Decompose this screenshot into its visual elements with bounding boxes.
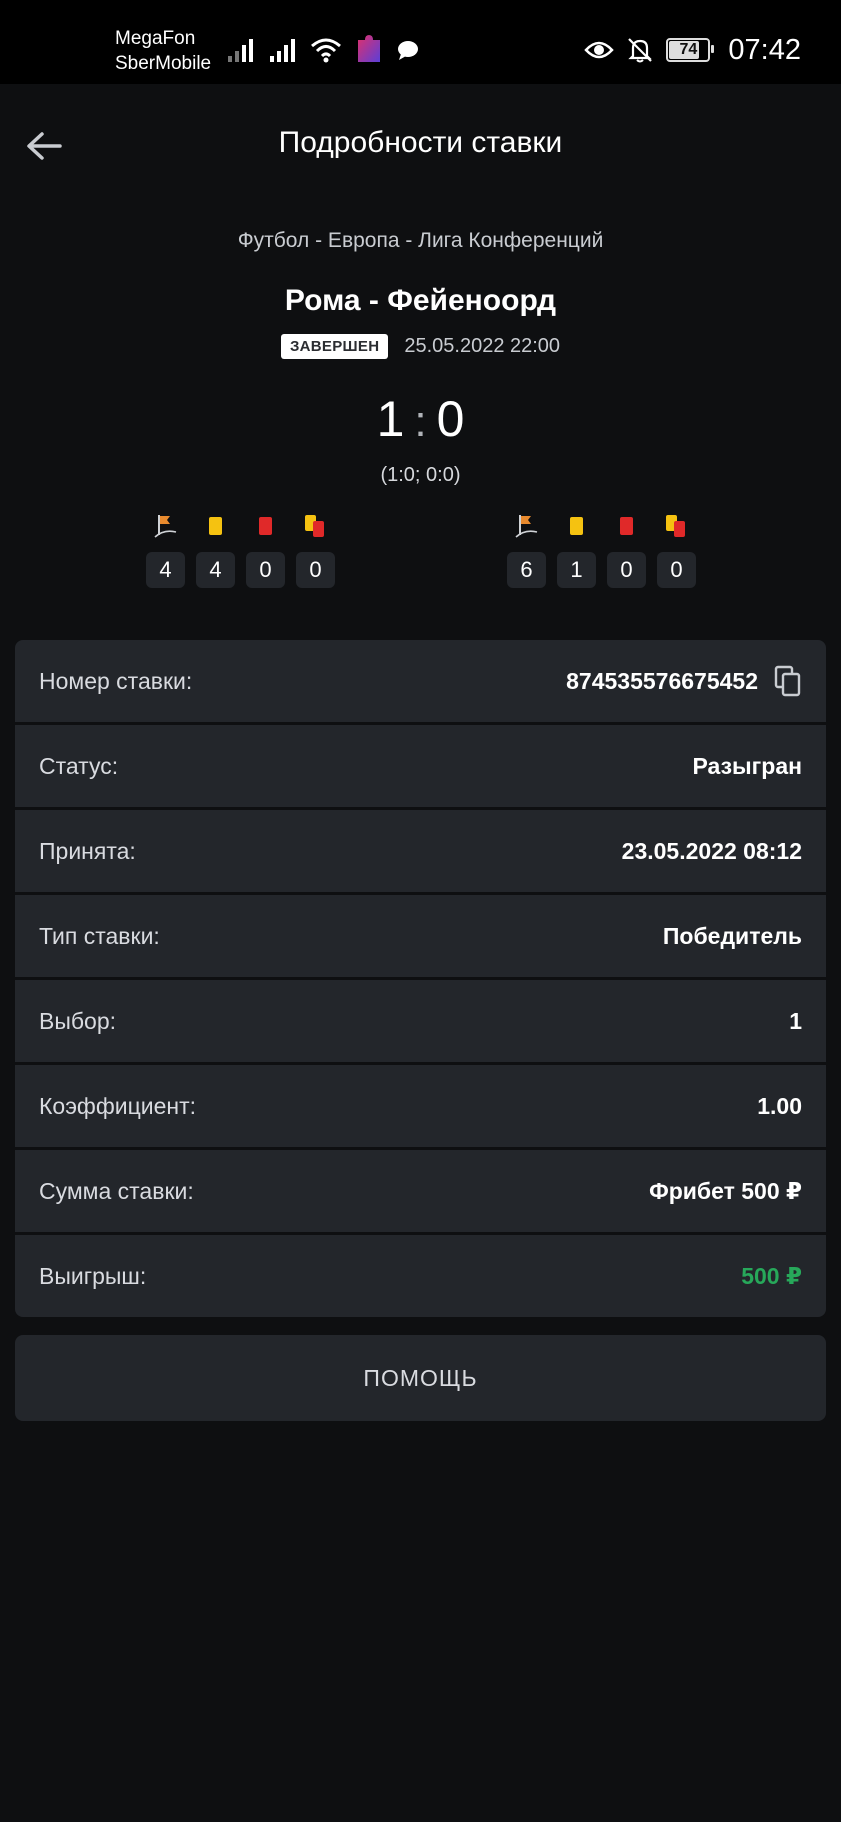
half-scores: (1:0; 0:0) [380,464,461,486]
stake-value: Фрибет 500 ₽ [649,1177,802,1204]
choice-row: Выбор: 1 [15,980,826,1062]
bell-off-icon [628,38,653,63]
away-yellow-stat: 1 [557,512,596,588]
event-datetime: 25.05.2022 22:00 [404,335,561,357]
carrier-1: MegaFon [115,28,196,49]
clock: 07:42 [728,33,801,66]
red-card-icon [620,517,633,535]
win-value: 500 ₽ [741,1262,802,1289]
status-icons-right: 74 07:42 [584,30,801,70]
help-button[interactable]: ПОМОЩЬ [15,1335,826,1421]
signal-icon [228,39,253,62]
home-yellow-stat: 4 [196,512,235,588]
win-label: Выигрыш: [39,1262,147,1289]
away-corners-value: 6 [507,552,546,588]
accepted-value: 23.05.2022 08:12 [621,837,802,864]
corner-flag-icon [514,515,537,538]
away-red-value: 0 [607,552,646,588]
home-second-yellow-value: 0 [296,552,335,588]
bet-type-value: Победитель [662,922,802,949]
home-red-stat: 0 [246,512,285,588]
status-bar: MegaFon SberMobile 74 07:42 [0,0,841,84]
carrier-names: MegaFon SberMobile [115,26,211,76]
score-away: 0 [436,391,465,447]
second-yellow-card-icon [665,515,688,537]
home-red-value: 0 [246,552,285,588]
accepted-row: Принята: 23.05.2022 08:12 [15,810,826,892]
page-title: Подробности ставки [278,126,563,159]
status-badge: ЗАВЕРШЕН [280,334,389,359]
match-title: Рома - Фейеноорд [284,284,557,317]
bet-details-list: Номер ставки: 874535576675452 Статус: Ра… [15,640,826,1317]
bet-number-label: Номер ставки: [39,667,193,694]
choice-value: 1 [789,1007,802,1034]
odds-row: Коэффициент: 1.00 [15,1065,826,1147]
away-red-stat: 0 [607,512,646,588]
away-yellow-value: 1 [557,552,596,588]
red-card-icon [259,517,272,535]
status-row: Статус: Разыгран [15,725,826,807]
bet-number-value-group: 874535576675452 [566,665,802,697]
corner-flag-icon [153,515,176,538]
score-separator: : [414,397,427,446]
app-icon [358,35,380,62]
home-second-yellow-stat: 0 [296,512,335,588]
wifi-icon [311,38,341,63]
copy-icon[interactable] [774,665,802,697]
status-icons-left [226,32,420,68]
status-label: Статус: [39,752,119,779]
stake-label: Сумма ставки: [39,1177,194,1204]
choice-label: Выбор: [39,1007,117,1034]
home-corners-stat: 4 [146,512,185,588]
bet-type-label: Тип ставки: [39,922,160,949]
second-yellow-card-icon [304,515,327,537]
message-icon [398,41,418,60]
bet-number-row: Номер ставки: 874535576675452 [15,640,826,722]
eye-icon [584,41,615,59]
battery-icon: 74 [666,38,715,62]
accepted-label: Принята: [39,837,136,864]
home-yellow-value: 4 [196,552,235,588]
status-value: Разыгран [692,752,803,779]
bet-number-value: 874535576675452 [566,667,758,694]
battery-level: 74 [679,41,698,58]
stake-row: Сумма ставки: Фрибет 500 ₽ [15,1150,826,1232]
away-corners-stat: 6 [507,512,546,588]
away-second-yellow-stat: 0 [657,512,696,588]
away-stats: 6 1 0 0 [507,512,696,588]
home-stats: 4 4 0 0 [146,512,335,588]
match-score: 1:0 [0,390,841,448]
signal-icon [270,39,295,62]
home-corners-value: 4 [146,552,185,588]
score-home: 1 [376,391,405,447]
event-meta: ЗАВЕРШЕН 25.05.2022 22:00 [0,334,841,359]
event-breadcrumb: Футбол - Европа - Лига Конференций [237,229,604,252]
odds-label: Коэффициент: [39,1092,197,1119]
carrier-2: SberMobile [115,53,212,74]
odds-value: 1.00 [757,1092,802,1119]
away-second-yellow-value: 0 [657,552,696,588]
bet-type-row: Тип ставки: Победитель [15,895,826,977]
yellow-card-icon [209,517,222,535]
win-row: Выигрыш: 500 ₽ [15,1235,826,1317]
yellow-card-icon [570,517,583,535]
